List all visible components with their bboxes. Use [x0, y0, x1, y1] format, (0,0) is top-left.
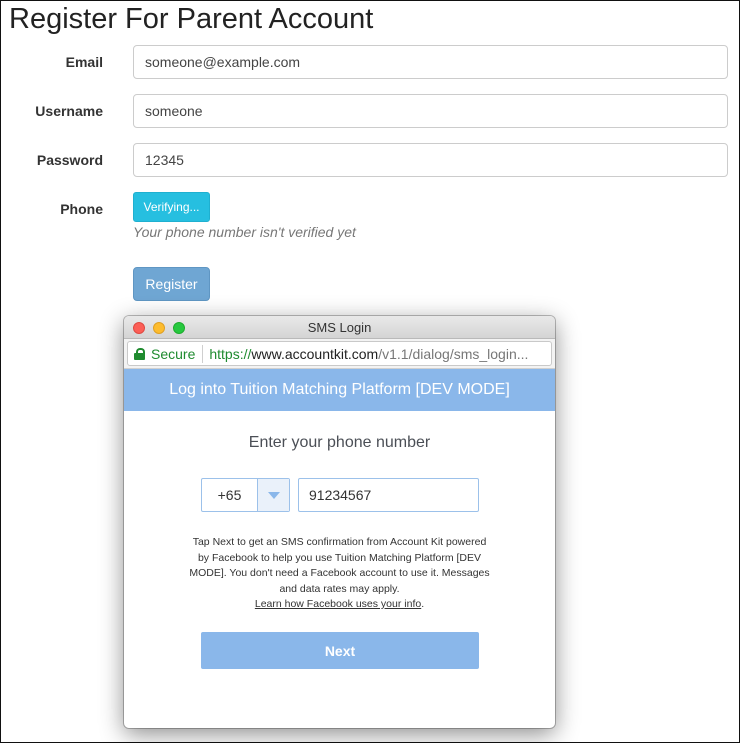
page-title: Register For Parent Account — [9, 3, 374, 35]
phone-prompt-heading: Enter your phone number — [248, 434, 431, 451]
phone-number-input[interactable]: 91234567 — [298, 478, 479, 512]
country-code-value: +65 — [217, 487, 242, 503]
password-field[interactable]: 12345 — [133, 143, 728, 177]
sms-notice: Tap Next to get an SMS confirmation from… — [188, 535, 491, 613]
url-scheme: https:// — [209, 345, 252, 362]
secure-label: Secure — [151, 345, 196, 362]
username-label: Username — [35, 103, 103, 119]
url-field[interactable]: Secure https://www.accountkit.com/v1.1/d… — [127, 341, 552, 366]
username-field[interactable]: someone — [133, 94, 728, 128]
lock-icon — [134, 347, 145, 360]
chevron-down-icon[interactable] — [257, 479, 289, 511]
email-label: Email — [65, 54, 103, 70]
browser-page: Register For Parent Account Email someon… — [0, 0, 740, 743]
country-code-select[interactable]: +65 — [201, 478, 290, 512]
next-button[interactable]: Next — [201, 632, 479, 669]
password-label: Password — [36, 152, 103, 168]
email-field[interactable]: someone@example.com — [133, 45, 728, 79]
verify-phone-button[interactable]: Verifying... — [133, 192, 210, 222]
register-button[interactable]: Register — [133, 267, 210, 301]
window-titlebar[interactable]: SMS Login — [124, 316, 555, 339]
address-bar: Secure https://www.accountkit.com/v1.1/d… — [124, 339, 555, 369]
sms-login-window: SMS Login Secure https://www.accountkit.… — [124, 316, 555, 728]
phone-label: Phone — [60, 201, 103, 217]
sms-notice-text: Tap Next to get an SMS confirmation from… — [189, 536, 490, 595]
url-host: www.accountkit.com — [251, 345, 379, 362]
notice-suffix: . — [421, 598, 425, 610]
url-separator — [202, 344, 204, 363]
url-path: /v1.1/dialog/sms_login... — [378, 345, 529, 362]
facebook-info-link[interactable]: Learn how Facebook uses your info — [255, 598, 421, 610]
accountkit-header: Log into Tuition Matching Platform [DEV … — [124, 369, 555, 411]
phone-verification-hint: Your phone number isn't verified yet — [133, 224, 356, 240]
window-title: SMS Login — [307, 320, 372, 335]
